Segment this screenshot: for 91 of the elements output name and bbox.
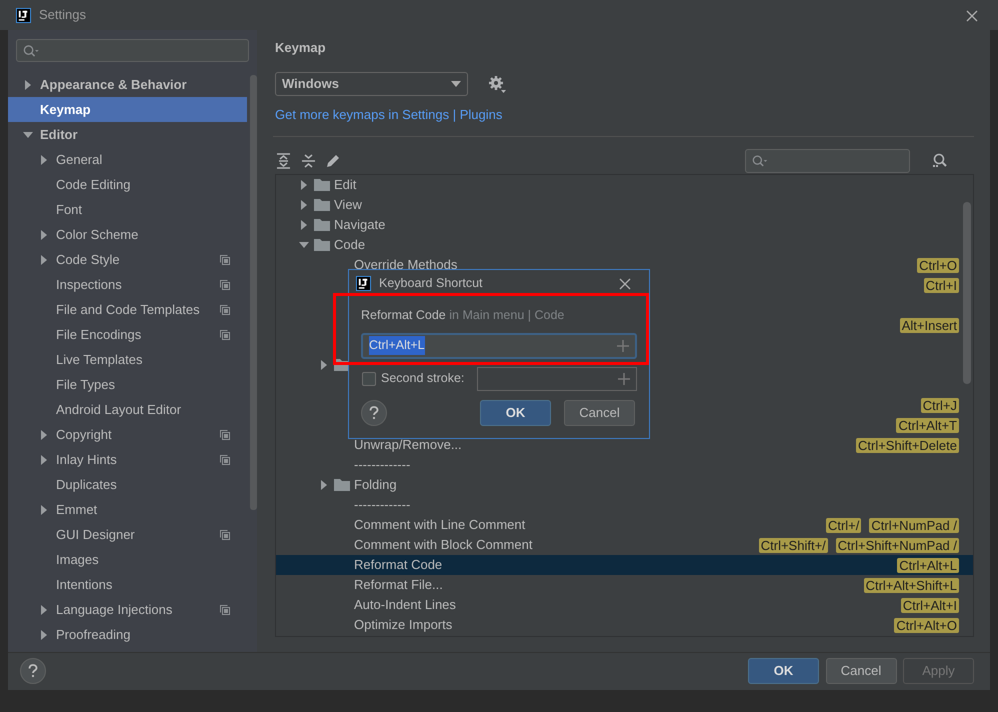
sidebar-item[interactable]: Inlay Hints <box>8 447 247 472</box>
action-path: in Main menu | Code <box>449 308 564 322</box>
sidebar-item[interactable]: GUI Designer <box>8 522 247 547</box>
shortcut-badge: Ctrl+I <box>924 278 959 292</box>
shortcut-field[interactable] <box>477 366 637 391</box>
action-name[interactable]: Reformat Code <box>354 555 442 575</box>
add-icon[interactable] <box>617 340 629 352</box>
sidebar-item[interactable]: Live Templates <box>8 347 247 372</box>
search-icon <box>23 44 40 58</box>
shortcut-badge: Ctrl+NumPad / <box>869 518 959 532</box>
action-name: Reformat Code <box>361 308 446 322</box>
sidebar-item[interactable]: Emmet <box>8 497 247 522</box>
folder-name[interactable]: View <box>334 195 362 215</box>
action-name[interactable]: Reformat File... <box>354 575 443 595</box>
folder-icon <box>314 218 330 232</box>
app-logo-icon <box>16 8 31 22</box>
help-button[interactable] <box>361 400 387 426</box>
shortcut-badge: Ctrl+Shift+/ <box>758 538 828 552</box>
sidebar-item[interactable]: Code Editing <box>8 172 247 197</box>
sidebar-item[interactable]: Images <box>8 547 247 572</box>
checkbox[interactable] <box>362 372 376 386</box>
action-name[interactable]: Comment with Block Comment <box>354 535 532 555</box>
separator-text: ------------- <box>354 496 410 514</box>
search-icon <box>752 154 768 168</box>
expand-all-icon[interactable] <box>275 152 293 170</box>
sidebar-item[interactable]: Proofreading <box>8 622 247 647</box>
help-button[interactable] <box>20 658 46 684</box>
folder-name[interactable]: Code <box>334 235 366 255</box>
collapse-all-icon[interactable] <box>300 152 318 170</box>
dialog-button[interactable]: OK <box>480 400 551 426</box>
shortcut-badge: Ctrl+Alt+T <box>896 418 959 432</box>
dialog-title: Keyboard Shortcut <box>379 274 483 292</box>
scrollbar-thumb[interactable] <box>250 75 257 510</box>
separator-text: ------------- <box>354 456 410 474</box>
shortcut-badge: Ctrl+J <box>920 398 959 412</box>
shortcut-badge: Ctrl+Shift+Delete <box>856 438 959 452</box>
question-icon <box>369 406 379 420</box>
action-name[interactable]: Unwrap/Remove... <box>354 435 462 455</box>
scrollbar-thumb[interactable] <box>963 202 971 384</box>
shortcut-badge: Ctrl+Alt+Shift+L <box>864 578 959 592</box>
action-name[interactable]: Optimize Imports <box>354 615 452 635</box>
shortcut-badge: Ctrl+Shift+NumPad / <box>836 538 959 552</box>
sidebar-item[interactable]: Intentions <box>8 572 247 597</box>
action-name[interactable]: Auto-Indent Lines <box>354 595 456 615</box>
caret-icon <box>451 80 461 86</box>
folder-icon <box>314 178 330 192</box>
shortcut-badge: Ctrl+Alt+O <box>894 618 959 632</box>
window-title: Settings <box>39 6 86 24</box>
sidebar-item[interactable]: Code Style <box>8 247 247 272</box>
sidebar-item[interactable]: General <box>8 147 247 172</box>
edit-icon[interactable] <box>324 152 342 170</box>
folder-name[interactable]: Folding <box>354 475 397 495</box>
shortcut-badge: Ctrl+O <box>917 258 959 272</box>
plugins-link[interactable]: Get more keymaps in Settings | Plugins <box>275 104 502 124</box>
checkbox-label: Second stroke: <box>381 370 464 388</box>
sidebar-item[interactable]: Inspections <box>8 272 247 297</box>
sidebar-item[interactable]: Android Layout Editor <box>8 397 247 422</box>
sidebar-item[interactable]: Keymap <box>8 97 247 122</box>
sidebar-item[interactable]: Language Injections <box>8 597 247 622</box>
sidebar-item[interactable]: Copyright <box>8 422 247 447</box>
folder-name[interactable]: Edit <box>334 175 356 195</box>
shortcut-badge: Ctrl+Alt+L <box>897 558 959 572</box>
add-icon[interactable] <box>618 372 630 385</box>
sidebar-item[interactable]: Duplicates <box>8 472 247 497</box>
shortcut-badge: Alt+Insert <box>900 318 959 332</box>
sidebar-item[interactable]: File and Code Templates <box>8 297 247 322</box>
sidebar-item[interactable]: Color Scheme <box>8 222 247 247</box>
search-field[interactable] <box>16 39 249 62</box>
app-logo-icon <box>356 276 371 290</box>
shortcut-badge: Ctrl+Alt+I <box>900 598 959 612</box>
settings-icon[interactable] <box>487 74 507 94</box>
folder-icon <box>314 238 330 252</box>
sidebar-item[interactable]: Appearance & Behavior <box>8 72 247 97</box>
folder-icon <box>314 198 330 212</box>
folder-name[interactable]: Navigate <box>334 215 386 235</box>
action-name[interactable]: Comment with Line Comment <box>354 515 526 535</box>
sidebar-item[interactable]: Editor <box>8 122 247 147</box>
section-heading: Keymap <box>275 39 327 57</box>
sidebar-item[interactable]: Font <box>8 197 247 222</box>
question-icon <box>28 664 38 678</box>
find-shortcut-icon[interactable] <box>930 152 948 170</box>
dialog-button[interactable]: Cancel <box>564 400 635 426</box>
search-field[interactable] <box>744 149 910 173</box>
keymap-dropdown[interactable]: Windows <box>275 72 468 96</box>
sidebar-item[interactable]: File Types <box>8 372 247 397</box>
shortcut-field[interactable]: Ctrl+Alt+L <box>361 332 637 359</box>
dialog-button[interactable]: Cancel <box>826 658 896 684</box>
folder-icon <box>334 478 350 492</box>
dialog-button[interactable]: OK <box>748 658 819 684</box>
shortcut-badge: Ctrl+/ <box>826 518 862 532</box>
sidebar-item[interactable]: File Encodings <box>8 322 247 347</box>
